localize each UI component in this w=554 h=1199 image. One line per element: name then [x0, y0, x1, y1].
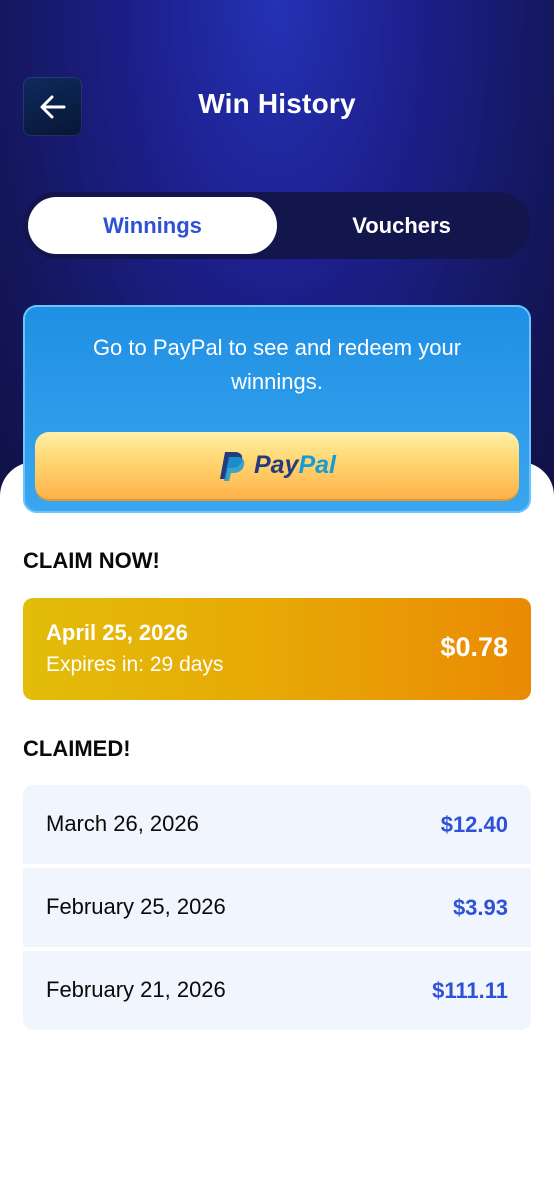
- claimed-title: CLAIMED!: [23, 736, 131, 761]
- paypal-card: Go to PayPal to see and redeem your winn…: [23, 305, 531, 513]
- claimed-row[interactable]: March 26, 2026 $12.40: [23, 785, 531, 864]
- claimed-amount: $12.40: [440, 812, 508, 837]
- paypal-logo-icon: [219, 451, 245, 481]
- claimed-amount: $111.11: [432, 978, 508, 1003]
- claimed-list: March 26, 2026 $12.40 February 25, 2026 …: [23, 785, 531, 1030]
- paypal-logo-text: PayPal: [254, 451, 336, 480]
- tab-winnings[interactable]: Winnings: [28, 197, 277, 254]
- tab-bar: Winnings Vouchers: [23, 192, 531, 259]
- paypal-message: Go to PayPal to see and redeem your winn…: [92, 335, 462, 394]
- paypal-logo-pay: Pay: [253, 451, 299, 479]
- paypal-button[interactable]: PayPal: [35, 432, 519, 499]
- claim-amount: $0.78: [440, 632, 508, 662]
- claim-now-title: CLAIM NOW!: [23, 548, 160, 573]
- claim-now-card[interactable]: April 25, 2026 Expires in: 29 days $0.78: [23, 598, 531, 700]
- claimed-row[interactable]: February 25, 2026 $3.93: [23, 868, 531, 947]
- page-title: Win History: [198, 88, 356, 119]
- claim-expiry: Expires in: 29 days: [46, 653, 224, 676]
- claimed-date: February 25, 2026: [46, 894, 226, 919]
- claim-date: April 25, 2026: [46, 620, 188, 645]
- tab-vouchers[interactable]: Vouchers: [277, 197, 526, 254]
- claimed-row[interactable]: February 21, 2026 $111.11: [23, 951, 531, 1030]
- claimed-amount: $3.93: [452, 895, 508, 920]
- claimed-date: March 26, 2026: [46, 811, 199, 836]
- paypal-logo-pal: Pal: [298, 451, 336, 479]
- claimed-date: February 21, 2026: [46, 977, 226, 1002]
